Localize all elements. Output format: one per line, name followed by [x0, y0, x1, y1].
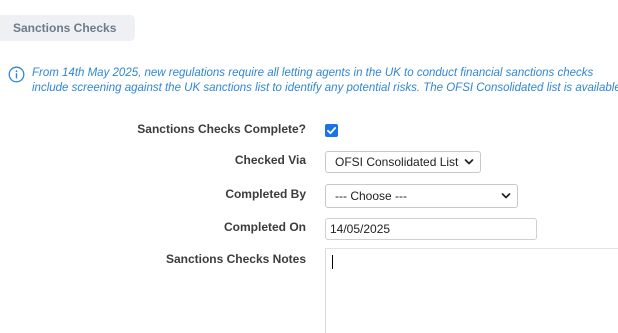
checked-via-select[interactable]: OFSI Consolidated List: [325, 151, 481, 173]
completed-by-value: --- Choose ---: [335, 189, 408, 203]
sanctions-checks-panel: Sanctions Checks From 14th May 2025, new…: [0, 0, 618, 333]
sanctions-checks-notes-textarea[interactable]: [325, 248, 618, 333]
checked-via-value: OFSI Consolidated List: [335, 155, 459, 169]
checkmark-icon: [327, 127, 337, 135]
notice-line-1: From 14th May 2025, new regulations requ…: [32, 67, 594, 79]
section-tab-sanctions-checks[interactable]: Sanctions Checks: [0, 15, 135, 41]
sanctions-checks-complete-checkbox[interactable]: [325, 124, 338, 137]
notice-line-2: include screening against the UK sanctio…: [32, 81, 618, 94]
completed-on-label: Completed On: [223, 220, 306, 234]
completed-by-select[interactable]: --- Choose ---: [325, 184, 518, 208]
text-caret: [332, 255, 333, 269]
completed-on-date-input[interactable]: 14/05/2025: [325, 218, 537, 240]
chevron-down-icon: [464, 159, 474, 165]
sanctions-checks-notes-label: Sanctions Checks Notes: [165, 252, 306, 266]
regulation-notice: From 14th May 2025, new regulations requ…: [32, 66, 618, 95]
info-icon: [8, 66, 25, 83]
checked-via-label: Checked Via: [234, 153, 306, 167]
chevron-down-icon: [501, 193, 511, 199]
completed-by-label: Completed By: [225, 187, 306, 201]
sanctions-checks-complete-label: Sanctions Checks Complete?: [137, 122, 306, 136]
